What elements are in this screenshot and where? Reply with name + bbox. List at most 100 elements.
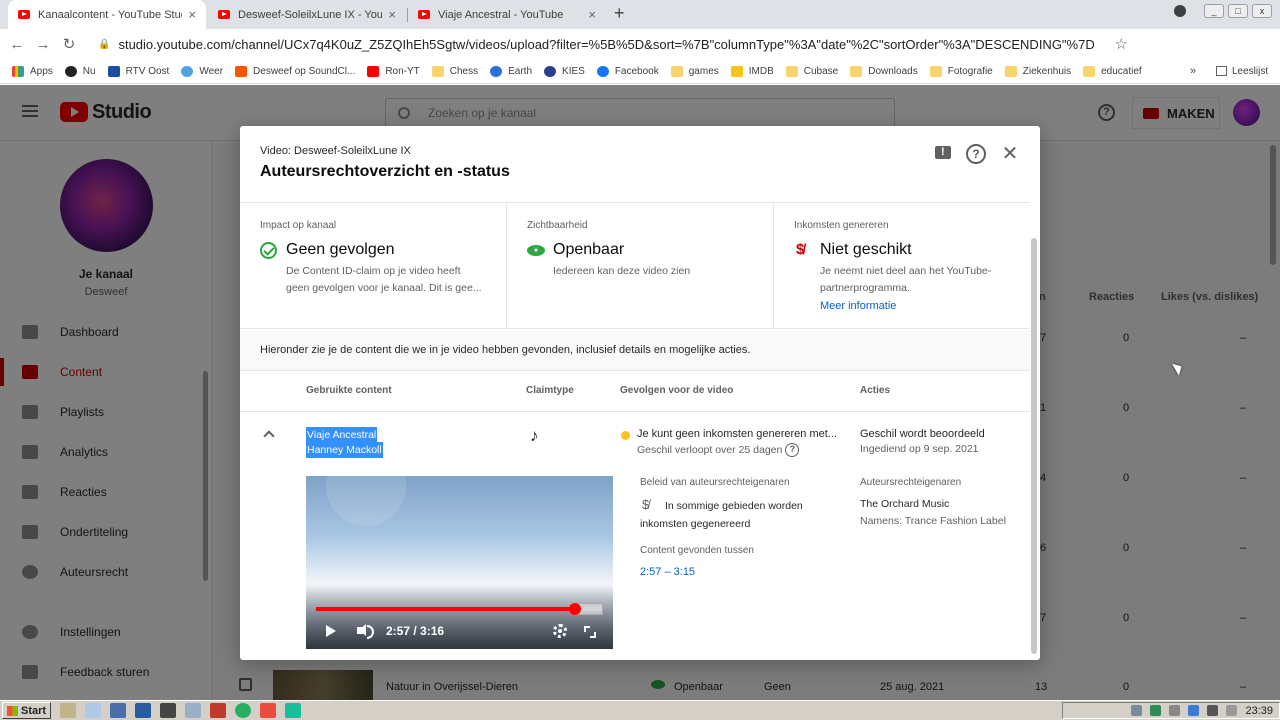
bookmark-apps[interactable]: Apps <box>12 65 53 77</box>
video-player[interactable]: 2:57 / 3:16 <box>306 476 613 649</box>
taskbar-app-icon[interactable] <box>285 703 302 718</box>
summary-label: Inkomsten genereren <box>794 220 889 231</box>
tab-viaje-ancestral[interactable]: Viaje Ancestral - YouTube × <box>408 0 606 29</box>
player-controls-shade <box>306 586 613 649</box>
owners-label: Auteursrechteigenaren <box>860 477 962 488</box>
taskbar-app-icon[interactable] <box>160 703 177 718</box>
taskbar-app-icon[interactable] <box>85 703 102 718</box>
eye-icon <box>527 245 545 256</box>
bookmark-earth[interactable]: Earth <box>490 65 532 77</box>
window-controls: _ □ x <box>1174 4 1272 18</box>
effect-text: Je kunt geen inkomsten genereren met... <box>637 428 837 440</box>
bookmark-ron-yt[interactable]: Ron-YT <box>367 65 420 77</box>
gear-icon[interactable] <box>553 624 567 638</box>
play-icon[interactable] <box>326 625 336 637</box>
taskbar-app-icon[interactable] <box>60 703 77 718</box>
profile-dropdown-icon[interactable] <box>1174 5 1186 17</box>
summary-value: Geen gevolgen <box>286 241 395 258</box>
learn-more-link[interactable]: Meer informatie <box>820 300 896 312</box>
start-button[interactable]: Start <box>2 702 52 719</box>
fullscreen-icon[interactable] <box>584 626 596 638</box>
bookmark-imdb[interactable]: IMDB <box>730 65 774 77</box>
volume-tray-icon[interactable] <box>1207 705 1219 716</box>
bookmark-soundcloud[interactable]: Desweef op SoundCl... <box>235 65 355 77</box>
help-icon[interactable]: ? <box>966 144 986 164</box>
bookmark-ziekenhuis[interactable]: Ziekenhuis <box>1004 65 1071 77</box>
bookmark-downloads[interactable]: Downloads <box>850 65 918 77</box>
bookmark-nu[interactable]: Nu <box>64 65 96 77</box>
player-progress-bar[interactable] <box>316 603 603 615</box>
tab-desweef-video[interactable]: Desweef-SoleilxLune IX - YouTube × <box>208 0 406 29</box>
column-claim-type: Claimtype <box>526 385 574 396</box>
tab-kanaalcontent[interactable]: Kanaalcontent - YouTube Studio × <box>8 0 206 29</box>
bookmark-facebook[interactable]: Facebook <box>596 65 659 77</box>
help-icon[interactable]: ? <box>785 443 800 457</box>
forward-arrow-icon[interactable]: → <box>30 36 56 53</box>
address-bar-row: ← → ↻ 🔒 studio.youtube.com/channel/UCx7q… <box>0 29 1280 81</box>
feedback-icon[interactable] <box>933 144 953 164</box>
chrome-taskbar-icon[interactable] <box>235 703 252 718</box>
bookmark-weer[interactable]: Weer <box>181 65 223 77</box>
close-window-button[interactable]: x <box>1252 4 1272 18</box>
folder-icon <box>431 65 444 77</box>
bookmarks-bar: Apps Nu RTV Oost Weer Desweef op SoundCl… <box>0 59 1280 84</box>
tab-close-icon[interactable]: × <box>188 7 196 22</box>
tab-close-icon[interactable]: × <box>588 7 596 22</box>
folder-icon <box>785 65 798 77</box>
info-icon <box>544 65 557 77</box>
volume-icon[interactable] <box>357 624 374 639</box>
tray-icon[interactable] <box>1188 705 1200 716</box>
reading-list-icon <box>1216 66 1227 76</box>
tab-close-icon[interactable]: × <box>388 7 396 22</box>
bookmark-star-icon[interactable]: ☆ <box>1115 35 1128 53</box>
taskbar-app-icon[interactable] <box>185 703 202 718</box>
minimize-button[interactable]: _ <box>1204 4 1224 18</box>
bookmark-games[interactable]: games <box>670 65 719 77</box>
dialog-video-label: Video: Desweef-SoleilxLune IX <box>260 145 411 157</box>
taskbar-app-icon[interactable] <box>260 703 277 718</box>
bookmark-educatief[interactable]: educatief <box>1083 65 1142 77</box>
youtube-icon <box>367 65 380 77</box>
bookmark-fotografie[interactable]: Fotografie <box>929 65 993 77</box>
summary-cards: Impact op kanaal Geen gevolgen De Conten… <box>240 203 1030 329</box>
bookmark-kies[interactable]: KIES <box>544 65 585 77</box>
reading-list-button[interactable]: Leeslijst <box>1216 66 1268 77</box>
reload-icon[interactable]: ↻ <box>56 35 82 53</box>
earth-icon <box>490 65 503 77</box>
youtube-favicon-icon <box>418 10 430 19</box>
dispute-submitted-date: Ingediend op 9 sep. 2021 <box>860 443 979 455</box>
claim-row: Viaje Ancestral Hanney Mackoll ♪ Je kunt… <box>240 413 1030 660</box>
new-tab-button[interactable]: + <box>614 3 625 24</box>
bookmark-chess[interactable]: Chess <box>431 65 478 77</box>
close-icon[interactable]: ✕ <box>1000 144 1020 164</box>
info-banner: Hieronder zie je de content die we in je… <box>240 330 1030 371</box>
apps-grid-icon <box>12 65 24 77</box>
tray-icon[interactable] <box>1131 705 1143 716</box>
column-used-content: Gebruikte content <box>306 385 392 396</box>
bookmark-cubase[interactable]: Cubase <box>785 65 838 77</box>
dialog-scrollbar[interactable] <box>1031 238 1037 654</box>
tray-icon[interactable] <box>1169 705 1181 716</box>
url-omnibox[interactable]: 🔒 studio.youtube.com/channel/UCx7q4K0uZ_… <box>92 32 1140 56</box>
bookmarks-overflow-button[interactable]: » <box>1190 65 1196 77</box>
no-money-icon: $̸ <box>796 241 805 258</box>
column-video-impact: Gevolgen voor de video <box>620 385 734 396</box>
network-tray-icon[interactable] <box>1226 705 1238 716</box>
summary-channel-impact: Impact op kanaal Geen gevolgen De Conten… <box>240 203 506 329</box>
tab-label: Viaje Ancestral - YouTube <box>438 8 564 21</box>
folder-icon <box>929 65 942 77</box>
progress-fill <box>316 607 576 611</box>
player-time: 2:57 / 3:16 <box>386 624 445 638</box>
owner-on-behalf: Namens: Trance Fashion Label <box>860 515 1006 527</box>
windows-flag-icon <box>7 705 18 716</box>
found-time-range-link[interactable]: 2:57 – 3:15 <box>640 566 695 578</box>
chevron-up-icon[interactable] <box>263 430 275 442</box>
taskbar-app-icon[interactable] <box>110 703 127 718</box>
taskbar-app-icon[interactable] <box>135 703 152 718</box>
bookmark-rtv-oost[interactable]: RTV Oost <box>107 65 169 77</box>
taskbar-app-icon[interactable] <box>210 703 227 718</box>
back-arrow-icon[interactable]: ← <box>4 36 30 53</box>
tray-icon[interactable] <box>1150 705 1162 716</box>
maximize-button[interactable]: □ <box>1228 4 1248 18</box>
claimed-song-title[interactable]: Viaje Ancestral <box>306 427 378 443</box>
